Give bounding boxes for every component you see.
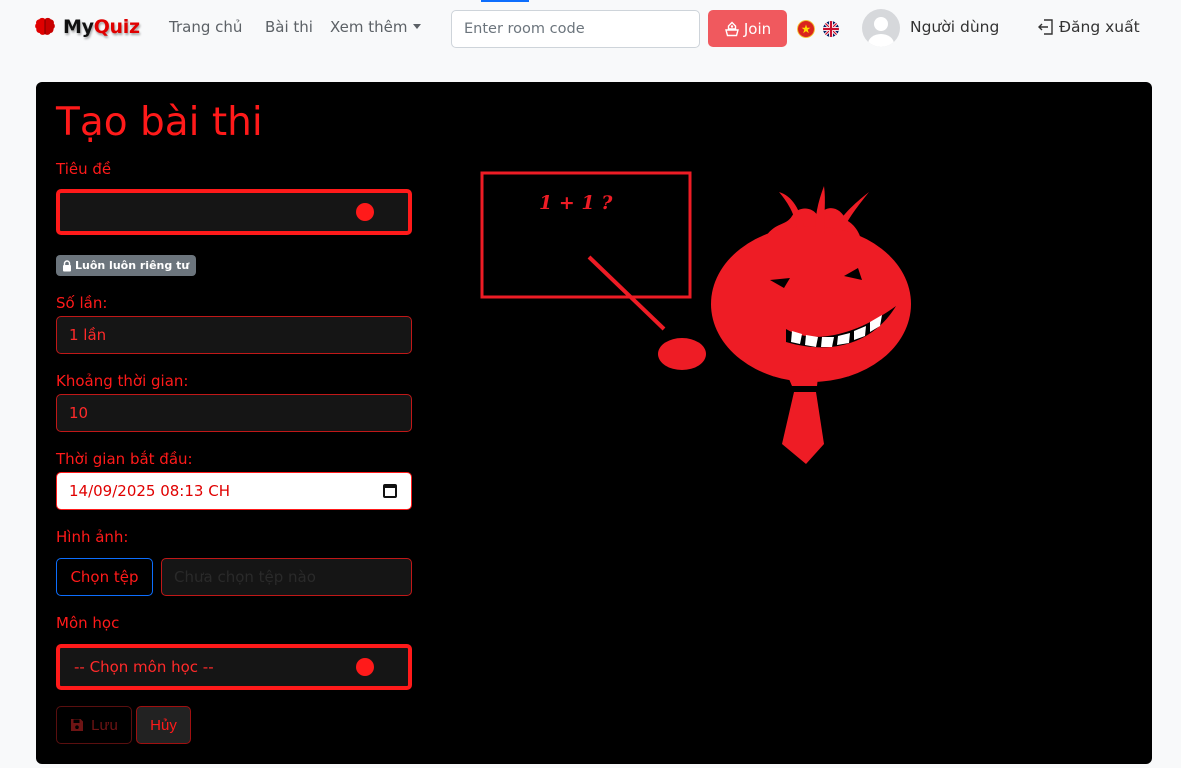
- start-time-label: Thời gian bắt đầu:: [56, 450, 193, 468]
- privacy-badge: Luôn luôn riêng tư: [56, 255, 197, 276]
- attempts-value: 1 lần: [69, 326, 107, 344]
- user-icon: [868, 17, 894, 47]
- join-icon: [724, 21, 739, 36]
- duration-value: 10: [69, 404, 89, 422]
- logout-icon: [1038, 19, 1053, 35]
- uk-flag-icon[interactable]: [823, 21, 839, 37]
- save-button[interactable]: Lưu: [56, 706, 132, 744]
- board-text: 1 + 1 ?: [539, 192, 613, 214]
- nav-link-home[interactable]: Trang chủ: [169, 18, 242, 36]
- save-label: Lưu: [91, 716, 118, 734]
- lock-icon: [63, 259, 71, 271]
- nav-dropdown-more-label: Xem thêm: [330, 18, 408, 36]
- scroll-indicator: [481, 0, 529, 2]
- tie: [782, 392, 824, 464]
- nav-dropdown-more[interactable]: Xem thêm: [330, 18, 422, 36]
- room-code-input[interactable]: [451, 10, 700, 48]
- cancel-button[interactable]: Hủy: [136, 706, 191, 744]
- hair-strand: [815, 186, 825, 234]
- nav-link-exams[interactable]: Bài thi: [265, 18, 313, 36]
- create-exam-card: Tạo bài thi Tiêu đề Luôn luôn riêng tư S…: [36, 82, 1152, 764]
- brain-icon: [35, 17, 55, 35]
- brand-quiz: Quiz: [93, 16, 140, 38]
- subject-value: -- Chọn môn học --: [74, 658, 214, 676]
- user-avatar[interactable]: [862, 9, 900, 47]
- floppy-disk-icon: [71, 719, 84, 731]
- brand-my: My: [63, 16, 94, 38]
- logout-link[interactable]: Đăng xuất: [1037, 18, 1140, 36]
- hand: [658, 338, 706, 370]
- image-label: Hình ảnh:: [56, 528, 129, 546]
- choose-file-button[interactable]: Chọn tệp: [56, 558, 153, 596]
- calendar-icon[interactable]: [383, 484, 397, 498]
- vietnam-flag-icon[interactable]: [797, 20, 815, 38]
- attempts-select[interactable]: 1 lần: [56, 316, 412, 354]
- user-name[interactable]: Người dùng: [910, 18, 999, 36]
- title-label: Tiêu đề: [56, 160, 112, 178]
- start-time-value: 14/09/2025 08:13 CH: [69, 482, 230, 500]
- teacher-illustration: 1 + 1 ?: [480, 171, 911, 464]
- title-input[interactable]: [56, 189, 412, 235]
- join-label: Join: [743, 19, 772, 38]
- privacy-badge-label: Luôn luôn riêng tư: [75, 259, 190, 272]
- brand-logo-link[interactable]: MyQuiz: [33, 15, 140, 39]
- navbar: MyQuiz Trang chủ Bài thi Xem thêm Join: [0, 0, 1181, 58]
- page-title: Tạo bài thi: [56, 100, 263, 145]
- subject-label: Môn học: [56, 614, 120, 632]
- invalid-icon: [356, 658, 374, 676]
- head: [711, 226, 911, 382]
- file-name-display[interactable]: Chưa chọn tệp nào: [161, 558, 412, 596]
- logout-label: Đăng xuất: [1059, 18, 1140, 36]
- start-time-input[interactable]: 14/09/2025 08:13 CH: [56, 472, 412, 510]
- duration-label: Khoảng thời gian:: [56, 372, 189, 390]
- duration-input[interactable]: 10: [56, 394, 412, 432]
- attempts-label: Số lần:: [56, 294, 108, 312]
- chevron-down-icon: [413, 24, 422, 29]
- join-button[interactable]: Join: [708, 10, 787, 47]
- subject-select[interactable]: -- Chọn môn học --: [56, 644, 412, 690]
- brand-name: MyQuiz: [63, 16, 140, 38]
- invalid-icon: [356, 203, 374, 221]
- pointer-stick: [587, 255, 666, 331]
